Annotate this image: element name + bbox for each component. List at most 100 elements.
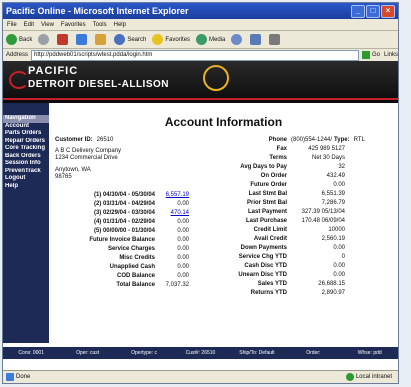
print-icon [269,34,281,45]
nav-repair-orders[interactable]: Repair Orders [3,138,49,146]
account-field-label: Service Chg YTD [238,253,287,260]
close-button[interactable]: × [381,4,395,18]
menu-edit[interactable]: Edit [24,22,34,28]
main-content: Account Information Customer ID: 26510 A… [49,103,398,343]
account-field-value: 0.00 [333,244,345,251]
links-button[interactable]: Links [384,52,398,58]
go-button[interactable]: Go [361,51,380,59]
account-field-label: Fax [276,145,287,152]
session-field: Whse: pdd [357,350,382,356]
media-button[interactable]: Media [196,34,225,45]
account-field-value: 432.49 [326,172,345,179]
navigation-heading: Navigation [3,115,49,123]
account-field-label: Unearn Disc YTD [238,271,287,278]
minimize-button[interactable]: _ [351,4,365,18]
balance-value: 0.00 [177,254,189,261]
account-field-value: Net 30 Days [311,154,345,161]
logo-swoosh-icon [9,71,29,89]
aging-label: (5) 00/00/00 - 01/30/04 [93,227,155,234]
phone-value: (800)554-1244/ [291,136,333,143]
print-button[interactable] [269,34,282,45]
stop-icon [57,34,69,45]
menu-view[interactable]: View [41,22,54,28]
star-icon [152,34,164,45]
session-info-bar: Cons: 0001 Oper: cust Opertype: c Cust#:… [3,347,398,359]
session-field: Ship/To: Default [239,350,275,356]
mail-button[interactable] [250,34,263,45]
search-button[interactable]: Search [114,34,146,45]
account-field-label: Last Stmt Bal [248,190,287,197]
address-input[interactable]: http://pddweb01/scripts/wtest.pdda/login… [31,49,359,61]
refresh-icon [76,34,88,45]
nav-parts-orders[interactable]: Parts Orders [3,130,49,138]
menu-help[interactable]: Help [114,22,126,28]
nav-preventrack[interactable]: PrevenTrack [3,168,49,176]
balance-value: 0.00 [177,245,189,252]
account-field-label: Last Purchase [245,217,287,224]
web-page: PACIFIC DETROIT DIESEL-ALLISON Navigatio… [3,61,398,371]
navigation-sidebar: Navigation Account Parts Orders Repair O… [3,103,49,343]
account-field-label: On Order [260,172,287,179]
account-field-label: Cash Disc YTD [244,262,287,269]
aging-value-link[interactable]: 470.14 [155,210,189,216]
refresh-button[interactable] [76,34,89,45]
home-button[interactable] [95,34,108,45]
aging-label: (2) 03/31/04 - 04/29/04 [93,200,155,207]
menu-bar: File Edit View Favorites Tools Help [3,19,398,31]
window-title: Pacific Online - Microsoft Internet Expl… [6,6,189,16]
balance-label: COD Balance [116,272,155,279]
account-field-value: 0.00 [333,271,345,278]
session-field: Oper: cust [76,350,100,356]
account-field-value: 2,560.19 [321,235,345,242]
address-label: Address [6,52,29,58]
balance-value: 0.00 [177,236,189,243]
nav-logout[interactable]: Logout [3,175,49,183]
banner-stripe [3,98,398,100]
menu-tools[interactable]: Tools [93,22,107,28]
balance-value: 0.00 [177,272,189,279]
total-balance-value: 7,037.32 [165,281,189,288]
maximize-button[interactable]: □ [366,4,380,18]
account-field-label: Sales YTD [257,280,287,287]
nav-account[interactable]: Account [3,123,49,131]
aging-value: 0.00 [177,218,189,225]
session-field: Order: [306,350,321,356]
status-text: Done [16,374,31,380]
aging-label: (4) 01/31/04 - 02/29/04 [93,218,155,225]
aging-value-link[interactable]: 6,557.19 [155,192,189,198]
aging-label: (3) 02/29/04 - 03/30/04 [93,209,155,216]
total-balance-label: Total Balance [116,281,155,288]
account-field-value: 32 [338,163,345,170]
balance-label: Misc Credits [119,254,155,261]
page-title: Account Information [164,115,283,129]
account-field-value: 2,890.97 [321,289,345,296]
history-button[interactable] [231,34,244,45]
mail-icon [250,34,262,45]
menu-file[interactable]: File [7,22,17,28]
media-icon [196,34,208,45]
aging-label: (1) 04/30/04 - 05/30/04 [93,191,155,198]
stop-button[interactable] [57,34,70,45]
intranet-icon [345,373,354,381]
nav-session-info[interactable]: Session Info [3,160,49,168]
forward-button[interactable] [38,34,51,45]
banner-line-2: DETROIT DIESEL-ALLISON [28,79,169,90]
favorites-button[interactable]: Favorites [152,34,190,45]
type-label: Type: [334,136,350,143]
account-field-value: 26,688.15 [318,280,345,287]
title-bar: Pacific Online - Microsoft Internet Expl… [3,3,398,19]
status-bar: Done Local intranet [3,370,398,383]
nav-help[interactable]: Help [3,183,49,191]
nav-core-tracking[interactable]: Core Tracking [3,145,49,153]
customer-id-label: Customer ID: [55,136,93,143]
account-field-value: 6,551.39 [321,190,345,197]
site-banner: PACIFIC DETROIT DIESEL-ALLISON [3,61,398,103]
back-button[interactable]: Back [6,34,32,45]
account-field-label: Prior Stmt Bal [246,199,287,206]
account-field-label: Last Payment [247,208,287,215]
account-field-value: 0 [341,253,345,260]
account-field-value: 0.00 [333,181,345,188]
menu-favorites[interactable]: Favorites [61,22,86,28]
balance-label: Future Invoice Balance [89,236,155,243]
nav-back-orders[interactable]: Back Orders [3,153,49,161]
